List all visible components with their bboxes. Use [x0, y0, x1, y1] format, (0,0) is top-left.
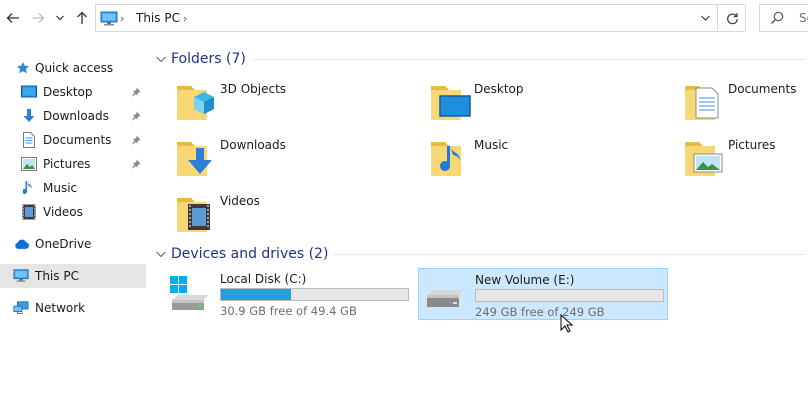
sidebar-item-documents[interactable]: Documents	[0, 128, 146, 152]
pin-icon	[131, 86, 141, 100]
pin-icon	[131, 158, 141, 172]
refresh-button[interactable]	[717, 5, 746, 31]
drive-new-volume-e[interactable]: New Volume (E:) 249 GB free of 249 GB	[418, 268, 668, 320]
search-placeholder: Se	[799, 11, 808, 25]
group-divider	[253, 59, 805, 60]
drive-name: New Volume (E:)	[475, 273, 575, 287]
pictures-folder-icon	[685, 142, 723, 176]
folder-name: Documents	[728, 82, 797, 96]
folders-group-title: Folders (7)	[171, 51, 246, 67]
folders-group-header[interactable]: Folders (7)	[155, 49, 805, 69]
folder-name: Videos	[220, 194, 260, 208]
navigation-pane: Quick access Desktop Downloads Documents	[0, 36, 146, 415]
pin-icon	[131, 110, 141, 124]
sidebar-item-onedrive[interactable]: OneDrive	[0, 232, 146, 256]
devices-group-header[interactable]: Devices and drives (2)	[155, 244, 805, 264]
breadcrumb-separator-trailing[interactable]: ›	[183, 12, 187, 25]
desktop-folder-icon	[431, 86, 471, 120]
group-divider	[333, 254, 805, 255]
search-box[interactable]: Se	[759, 4, 808, 32]
music-folder-icon	[431, 142, 461, 176]
drive-local-disk-c[interactable]: Local Disk (C:) 30.9 GB free of 49.4 GB	[164, 268, 414, 320]
sidebar-item-music[interactable]: Music	[0, 176, 146, 200]
drive-name: Local Disk (C:)	[220, 272, 307, 286]
drive-usage-bar	[220, 288, 409, 301]
folder-music[interactable]: Music	[428, 134, 658, 184]
collapse-chevron-icon	[155, 53, 167, 65]
sidebar-item-pictures[interactable]: Pictures	[0, 152, 146, 176]
forward-arrow-icon	[32, 13, 45, 23]
documents-folder-icon	[685, 86, 719, 120]
back-button[interactable]	[2, 7, 24, 29]
windows-drive-icon	[170, 276, 208, 310]
collapse-chevron-icon	[155, 248, 167, 260]
folder-name: Pictures	[728, 138, 776, 152]
sidebar-item-label: Network	[35, 301, 86, 315]
sidebar-item-this-pc[interactable]: This PC	[0, 264, 146, 288]
folder-name: Desktop	[474, 82, 524, 96]
sidebar-item-quick-access[interactable]: Quick access	[0, 56, 146, 80]
3d-objects-folder-icon	[177, 86, 214, 120]
breadcrumb-this-pc[interactable]: This PC	[136, 11, 180, 25]
music-note-icon	[21, 180, 37, 196]
sidebar-item-label: This PC	[35, 269, 79, 283]
download-arrow-icon	[21, 108, 37, 124]
sidebar-item-label: Videos	[43, 205, 83, 219]
sidebar-item-desktop[interactable]: Desktop	[0, 80, 146, 104]
search-icon	[770, 11, 784, 28]
downloads-folder-icon	[177, 142, 212, 176]
drive-usage-bar	[475, 289, 664, 302]
sidebar-item-network[interactable]: Network	[0, 296, 146, 320]
recent-locations-chevron-icon	[56, 15, 64, 21]
folder-name: Downloads	[220, 138, 286, 152]
forward-button[interactable]	[27, 7, 49, 29]
sidebar-item-label: Pictures	[43, 157, 91, 171]
folder-desktop[interactable]: Desktop	[428, 78, 658, 128]
address-dropdown-button[interactable]	[696, 10, 714, 26]
navigation-bar: › This PC › Se	[0, 0, 808, 36]
content-pane: Folders (7) 3D Objects Desktop Documents…	[146, 36, 808, 415]
mouse-cursor-icon	[560, 314, 574, 333]
refresh-icon	[726, 12, 738, 24]
recent-locations-button[interactable]	[52, 7, 68, 29]
folder-videos[interactable]: Videos	[174, 190, 404, 240]
pin-icon	[131, 134, 141, 148]
network-icon	[13, 300, 29, 316]
folder-3d-objects[interactable]: 3D Objects	[174, 78, 404, 128]
this-pc-icon	[13, 268, 29, 284]
devices-group-title: Devices and drives (2)	[171, 246, 329, 262]
film-icon	[21, 204, 37, 220]
sidebar-item-videos[interactable]: Videos	[0, 200, 146, 224]
up-button[interactable]	[71, 7, 93, 29]
sidebar-item-label: Downloads	[43, 109, 109, 123]
cloud-icon	[14, 236, 30, 252]
drive-icon	[427, 290, 463, 307]
drive-free-space: 30.9 GB free of 49.4 GB	[220, 304, 357, 318]
this-pc-icon	[100, 11, 118, 30]
desktop-icon	[21, 84, 37, 100]
folder-pictures[interactable]: Pictures	[682, 134, 808, 184]
star-icon	[15, 60, 31, 76]
address-bar[interactable]: › This PC ›	[95, 4, 746, 32]
chevron-down-icon	[700, 15, 710, 21]
folder-downloads[interactable]: Downloads	[174, 134, 404, 184]
sidebar-item-label: Desktop	[43, 85, 93, 99]
sidebar-item-downloads[interactable]: Downloads	[0, 104, 146, 128]
sidebar-item-label: Music	[43, 181, 78, 195]
drive-free-space: 249 GB free of 249 GB	[475, 305, 605, 319]
sidebar-item-label: OneDrive	[35, 237, 92, 251]
documents-icon	[21, 132, 37, 148]
drive-usage-fill	[221, 289, 292, 300]
sidebar-item-label: Quick access	[35, 61, 114, 75]
pictures-icon	[21, 156, 37, 172]
breadcrumb-separator[interactable]: ›	[120, 12, 124, 25]
folder-name: 3D Objects	[220, 82, 287, 96]
back-arrow-icon	[6, 13, 19, 23]
up-arrow-icon	[77, 11, 87, 24]
folder-name: Music	[474, 138, 509, 152]
folder-documents[interactable]: Documents	[682, 78, 808, 128]
videos-folder-icon	[177, 198, 210, 232]
sidebar-item-label: Documents	[43, 133, 112, 147]
